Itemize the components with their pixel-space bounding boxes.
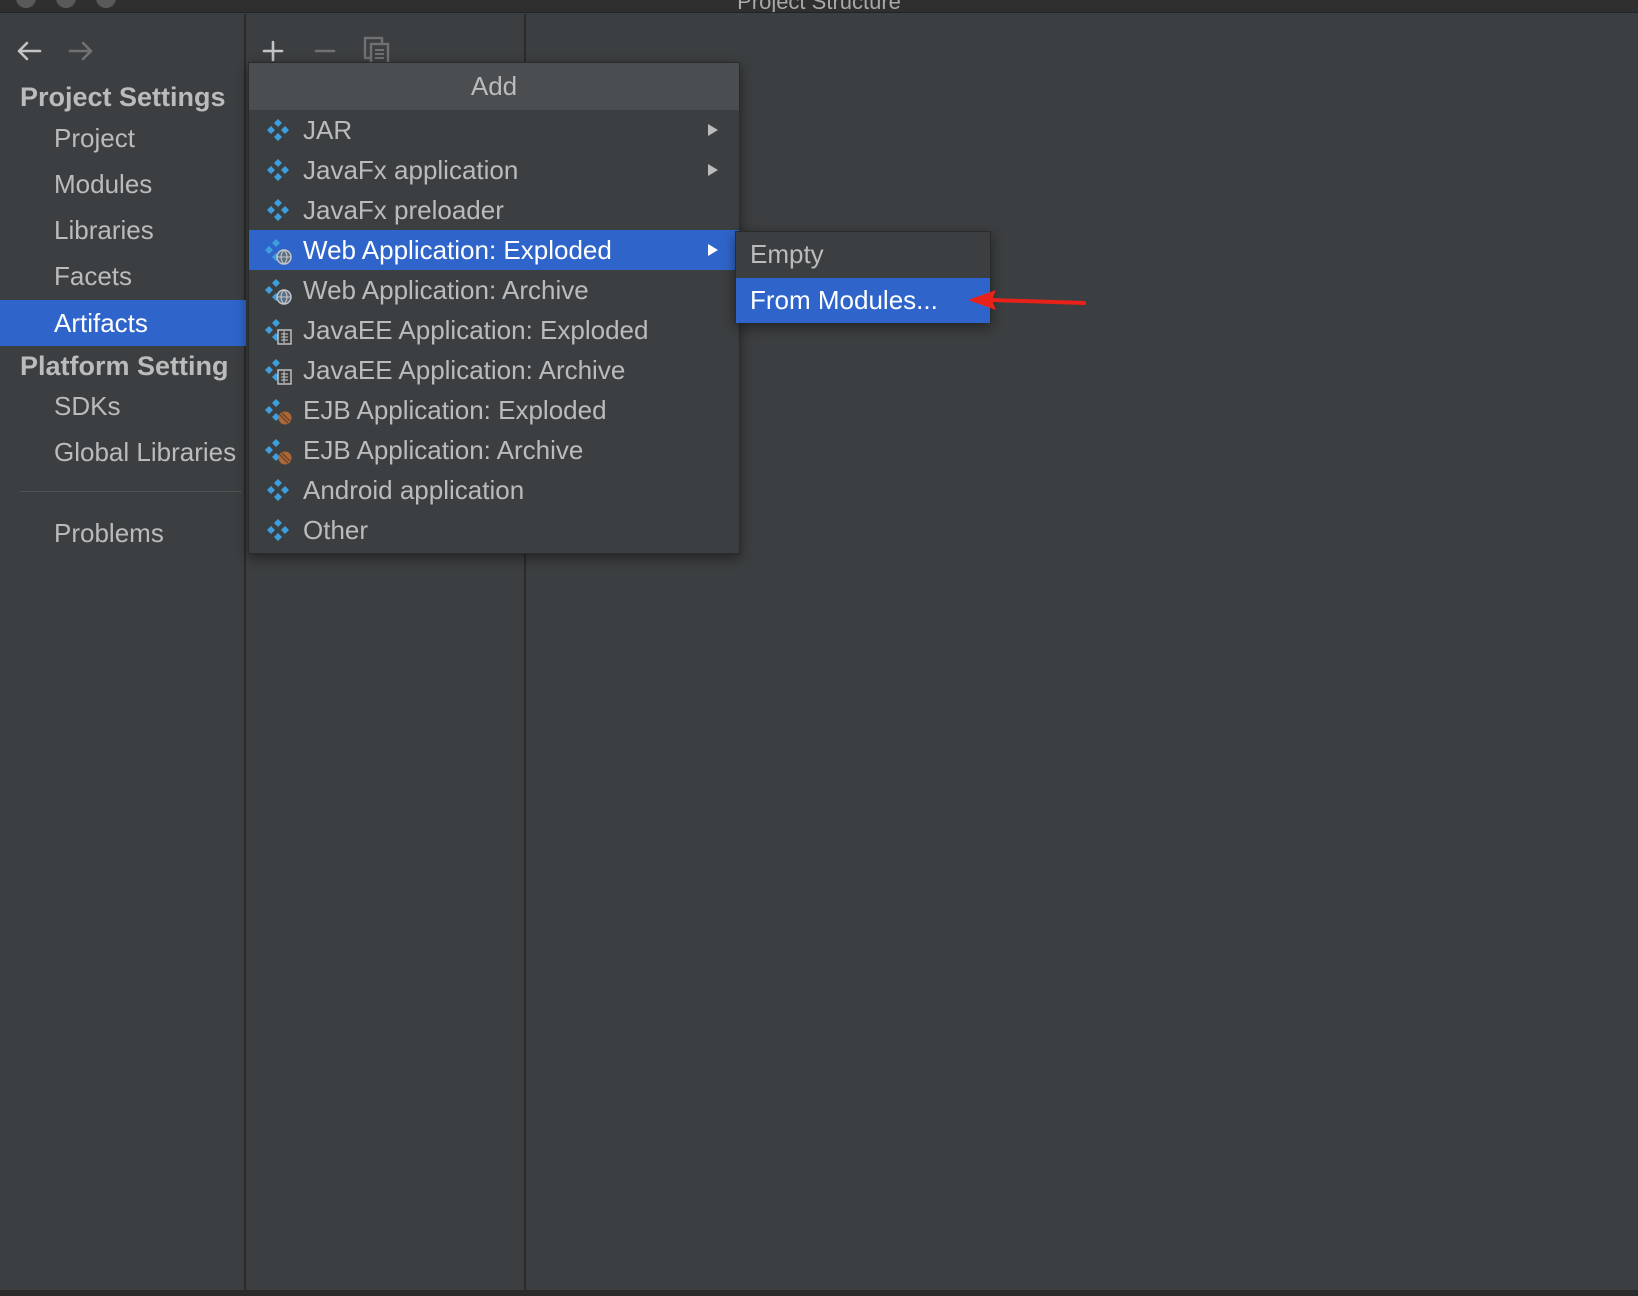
artifact-icon — [263, 156, 293, 186]
menu-item-web-application-exploded[interactable]: Web Application: Exploded — [249, 230, 739, 270]
submenu-item-empty[interactable]: Empty — [736, 232, 990, 277]
project-settings-header: Project Settings — [20, 82, 226, 112]
menu-item-label: JavaEE Application: Archive — [303, 355, 626, 385]
window-bottom-edge — [0, 1290, 1638, 1296]
menu-item-javafx-application[interactable]: JavaFx application — [249, 150, 739, 190]
web-exploded-submenu: Empty From Modules... — [735, 231, 991, 323]
back-arrow-icon[interactable] — [12, 34, 46, 68]
menu-item-other[interactable]: Other — [249, 510, 739, 550]
web-artifact-icon — [263, 236, 293, 266]
sidebar: Project Settings Project Modules Librari… — [0, 14, 246, 1296]
submenu-item-from-modules[interactable]: From Modules... — [736, 278, 990, 323]
web-artifact-icon — [263, 276, 293, 306]
popup-title: Add — [249, 63, 739, 110]
menu-item-label: Web Application: Exploded — [303, 235, 612, 265]
platform-settings-header: Platform Setting — [20, 351, 229, 381]
menu-item-javafx-preloader[interactable]: JavaFx preloader — [249, 190, 739, 230]
menu-item-label: JavaEE Application: Exploded — [303, 315, 649, 345]
window-title: Project Structure — [737, 0, 901, 13]
title-bar: Project Structure — [0, 0, 1638, 13]
menu-item-android-application[interactable]: Android application — [249, 470, 739, 510]
submenu-arrow-icon — [707, 123, 719, 137]
sidebar-item-sdks[interactable]: SDKs — [0, 383, 246, 429]
menu-item-label: JavaFx application — [303, 155, 519, 185]
menu-item-jar[interactable]: JAR — [249, 110, 739, 150]
menu-item-label: Other — [303, 515, 369, 545]
javaee-artifact-icon — [263, 316, 293, 346]
ejb-artifact-icon — [263, 436, 293, 466]
artifact-icon — [263, 116, 293, 146]
sidebar-item-facets[interactable]: Facets — [0, 253, 246, 299]
menu-item-web-application-archive[interactable]: Web Application: Archive — [249, 270, 739, 310]
submenu-arrow-icon — [707, 243, 719, 257]
menu-item-javaee-application-exploded[interactable]: JavaEE Application: Exploded — [249, 310, 739, 350]
menu-item-label: EJB Application: Archive — [303, 435, 584, 465]
sidebar-item-global-libraries[interactable]: Global Libraries — [0, 429, 246, 475]
menu-item-label: JavaFx preloader — [303, 195, 504, 225]
sidebar-item-modules[interactable]: Modules — [0, 161, 246, 207]
sidebar-item-project[interactable]: Project — [0, 115, 246, 161]
submenu-arrow-icon — [707, 163, 719, 177]
add-artifact-popup: Add JAR JavaFx application JavaFx preloade… — [248, 62, 740, 554]
javaee-artifact-icon — [263, 356, 293, 386]
menu-item-label: Web Application: Archive — [303, 275, 589, 305]
menu-item-label: Android application — [303, 475, 525, 505]
artifact-icon — [263, 516, 293, 546]
menu-item-label: EJB Application: Exploded — [303, 395, 607, 425]
sidebar-item-problems[interactable]: Problems — [0, 510, 246, 556]
forward-arrow-icon[interactable] — [64, 34, 98, 68]
ejb-artifact-icon — [263, 396, 293, 426]
menu-item-ejb-application-exploded[interactable]: EJB Application: Exploded — [249, 390, 739, 430]
artifact-icon — [263, 196, 293, 226]
sidebar-item-libraries[interactable]: Libraries — [0, 207, 246, 253]
sidebar-item-artifacts[interactable]: Artifacts — [0, 300, 246, 346]
menu-item-label: JAR — [303, 115, 353, 145]
menu-item-javaee-application-archive[interactable]: JavaEE Application: Archive — [249, 350, 739, 390]
menu-item-ejb-application-archive[interactable]: EJB Application: Archive — [249, 430, 739, 470]
artifact-icon — [263, 476, 293, 506]
annotation-arrow-icon — [968, 290, 1086, 310]
sidebar-divider — [20, 491, 242, 492]
